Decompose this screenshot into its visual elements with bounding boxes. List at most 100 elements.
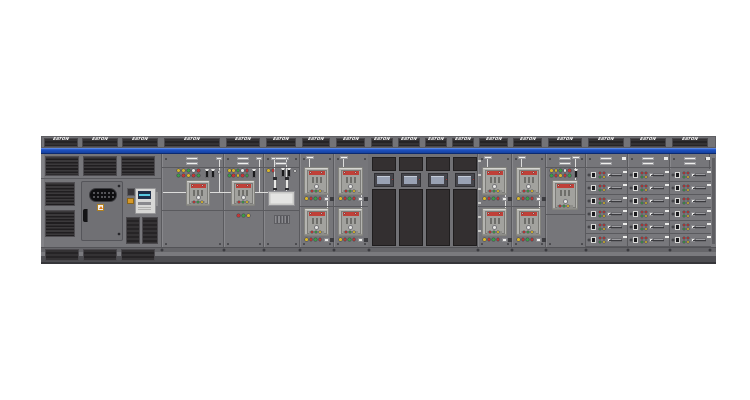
bucket-breaker[interactable] <box>633 237 638 243</box>
bay-label-plate <box>642 162 654 165</box>
bucket-breaker[interactable] <box>675 198 680 204</box>
bucket-handle-shaft <box>651 175 664 176</box>
bay-label-plate <box>237 157 249 160</box>
brand-logo: EATON <box>483 136 504 142</box>
bay-label-plate <box>664 157 668 160</box>
indicator-led <box>319 190 321 192</box>
mimic-line <box>343 159 344 167</box>
breaker-charge-handle[interactable] <box>526 184 531 189</box>
indicator-led <box>177 169 180 172</box>
aux-device-amber <box>127 198 134 205</box>
mimic-line <box>487 159 488 167</box>
switch-button[interactable] <box>574 169 578 178</box>
aux-device <box>127 188 135 196</box>
switch-button[interactable] <box>252 169 256 178</box>
breaker-charge-handle[interactable] <box>196 195 201 200</box>
breaker-charge-handle[interactable] <box>241 195 246 200</box>
bucket-breaker[interactable] <box>675 172 680 178</box>
bucket-breaker[interactable] <box>633 185 638 191</box>
bucket-breaker[interactable] <box>675 237 680 243</box>
switch-button[interactable] <box>211 169 215 178</box>
louver-vent <box>121 249 155 261</box>
connector-pin <box>112 192 114 194</box>
bay-label-plate <box>186 162 198 165</box>
breaker-contact-slot <box>354 177 356 183</box>
brand-logo: EATON <box>50 136 71 142</box>
indicator-led <box>672 239 674 241</box>
breaker-contact-slot <box>494 177 496 183</box>
breaker-charge-handle[interactable] <box>314 184 319 189</box>
indicator-led <box>488 197 491 200</box>
brand-logo: EATON <box>517 136 538 142</box>
indicator-led <box>522 238 525 241</box>
breaker-charge-handle[interactable] <box>314 225 319 230</box>
breaker-contact-slot <box>316 177 318 183</box>
indicator-led <box>344 197 347 200</box>
bucket-breaker[interactable] <box>675 185 680 191</box>
brand-logo: EATON <box>371 136 392 142</box>
drive-screen <box>404 176 418 184</box>
breaker-charge-handle[interactable] <box>348 225 353 230</box>
indicator-led <box>627 249 629 251</box>
breaker-charge-handle[interactable] <box>492 184 497 189</box>
bucket-breaker[interactable] <box>633 172 638 178</box>
breaker-charge-handle[interactable] <box>563 199 568 204</box>
screw <box>329 243 331 245</box>
breaker-charge-handle[interactable] <box>492 225 497 230</box>
switch-button[interactable] <box>281 168 285 177</box>
breaker-contact-slot <box>320 177 322 183</box>
bay-label-plate <box>237 162 249 165</box>
breaker-charge-handle[interactable] <box>526 225 531 230</box>
indicator-led <box>242 201 244 203</box>
hinge-mark <box>478 216 481 218</box>
door-handle[interactable] <box>83 209 88 222</box>
indicator-led <box>319 238 322 241</box>
indicator-led <box>237 169 240 172</box>
bucket-breaker[interactable] <box>591 237 596 243</box>
bucket-handle-shaft <box>651 201 664 202</box>
bucket-breaker[interactable] <box>633 211 638 217</box>
louver-vent <box>45 249 79 261</box>
indicator-led <box>241 174 244 177</box>
link-box[interactable] <box>268 191 295 206</box>
screw <box>507 158 509 160</box>
indicator-led <box>555 169 558 172</box>
bucket-breaker[interactable] <box>591 211 596 217</box>
bucket-tag <box>707 184 711 187</box>
mimic-node <box>484 156 492 159</box>
indicator-led <box>511 249 513 251</box>
indicator-led <box>294 170 296 172</box>
indicator-led <box>545 249 547 251</box>
breaker-charge-handle[interactable] <box>348 184 353 189</box>
switch-button[interactable] <box>287 168 291 177</box>
bucket-handle-shaft <box>609 201 622 202</box>
switch-button[interactable] <box>205 169 209 178</box>
louver-vent <box>83 156 117 176</box>
bucket-breaker[interactable] <box>591 185 596 191</box>
bucket-breaker[interactable] <box>591 224 596 230</box>
breaker-contact-slot <box>350 218 352 224</box>
indicator-led <box>669 249 671 251</box>
bucket-breaker[interactable] <box>633 224 638 230</box>
indicator-led <box>672 213 674 215</box>
bucket-breaker[interactable] <box>675 211 680 217</box>
indicator-led <box>161 249 163 251</box>
indicator-led <box>630 200 632 202</box>
breaker-nameplate <box>536 238 541 242</box>
bucket-breaker[interactable] <box>633 198 638 204</box>
screw <box>329 158 331 160</box>
indicator-led <box>353 238 356 241</box>
bucket-breaker[interactable] <box>591 172 596 178</box>
bucket-breaker[interactable] <box>591 198 596 204</box>
indicator-led <box>238 201 240 203</box>
indicator-led <box>339 197 342 200</box>
indicator-led <box>568 174 571 177</box>
bucket-tag <box>665 236 669 239</box>
indicator-led <box>118 233 120 235</box>
bucket-handle-shaft <box>693 227 706 228</box>
bucket-breaker[interactable] <box>675 224 680 230</box>
indicator-led <box>522 197 525 200</box>
breaker-contact-slot <box>350 177 352 183</box>
breaker-contact-slot <box>568 190 570 196</box>
indicator-led <box>567 205 569 207</box>
